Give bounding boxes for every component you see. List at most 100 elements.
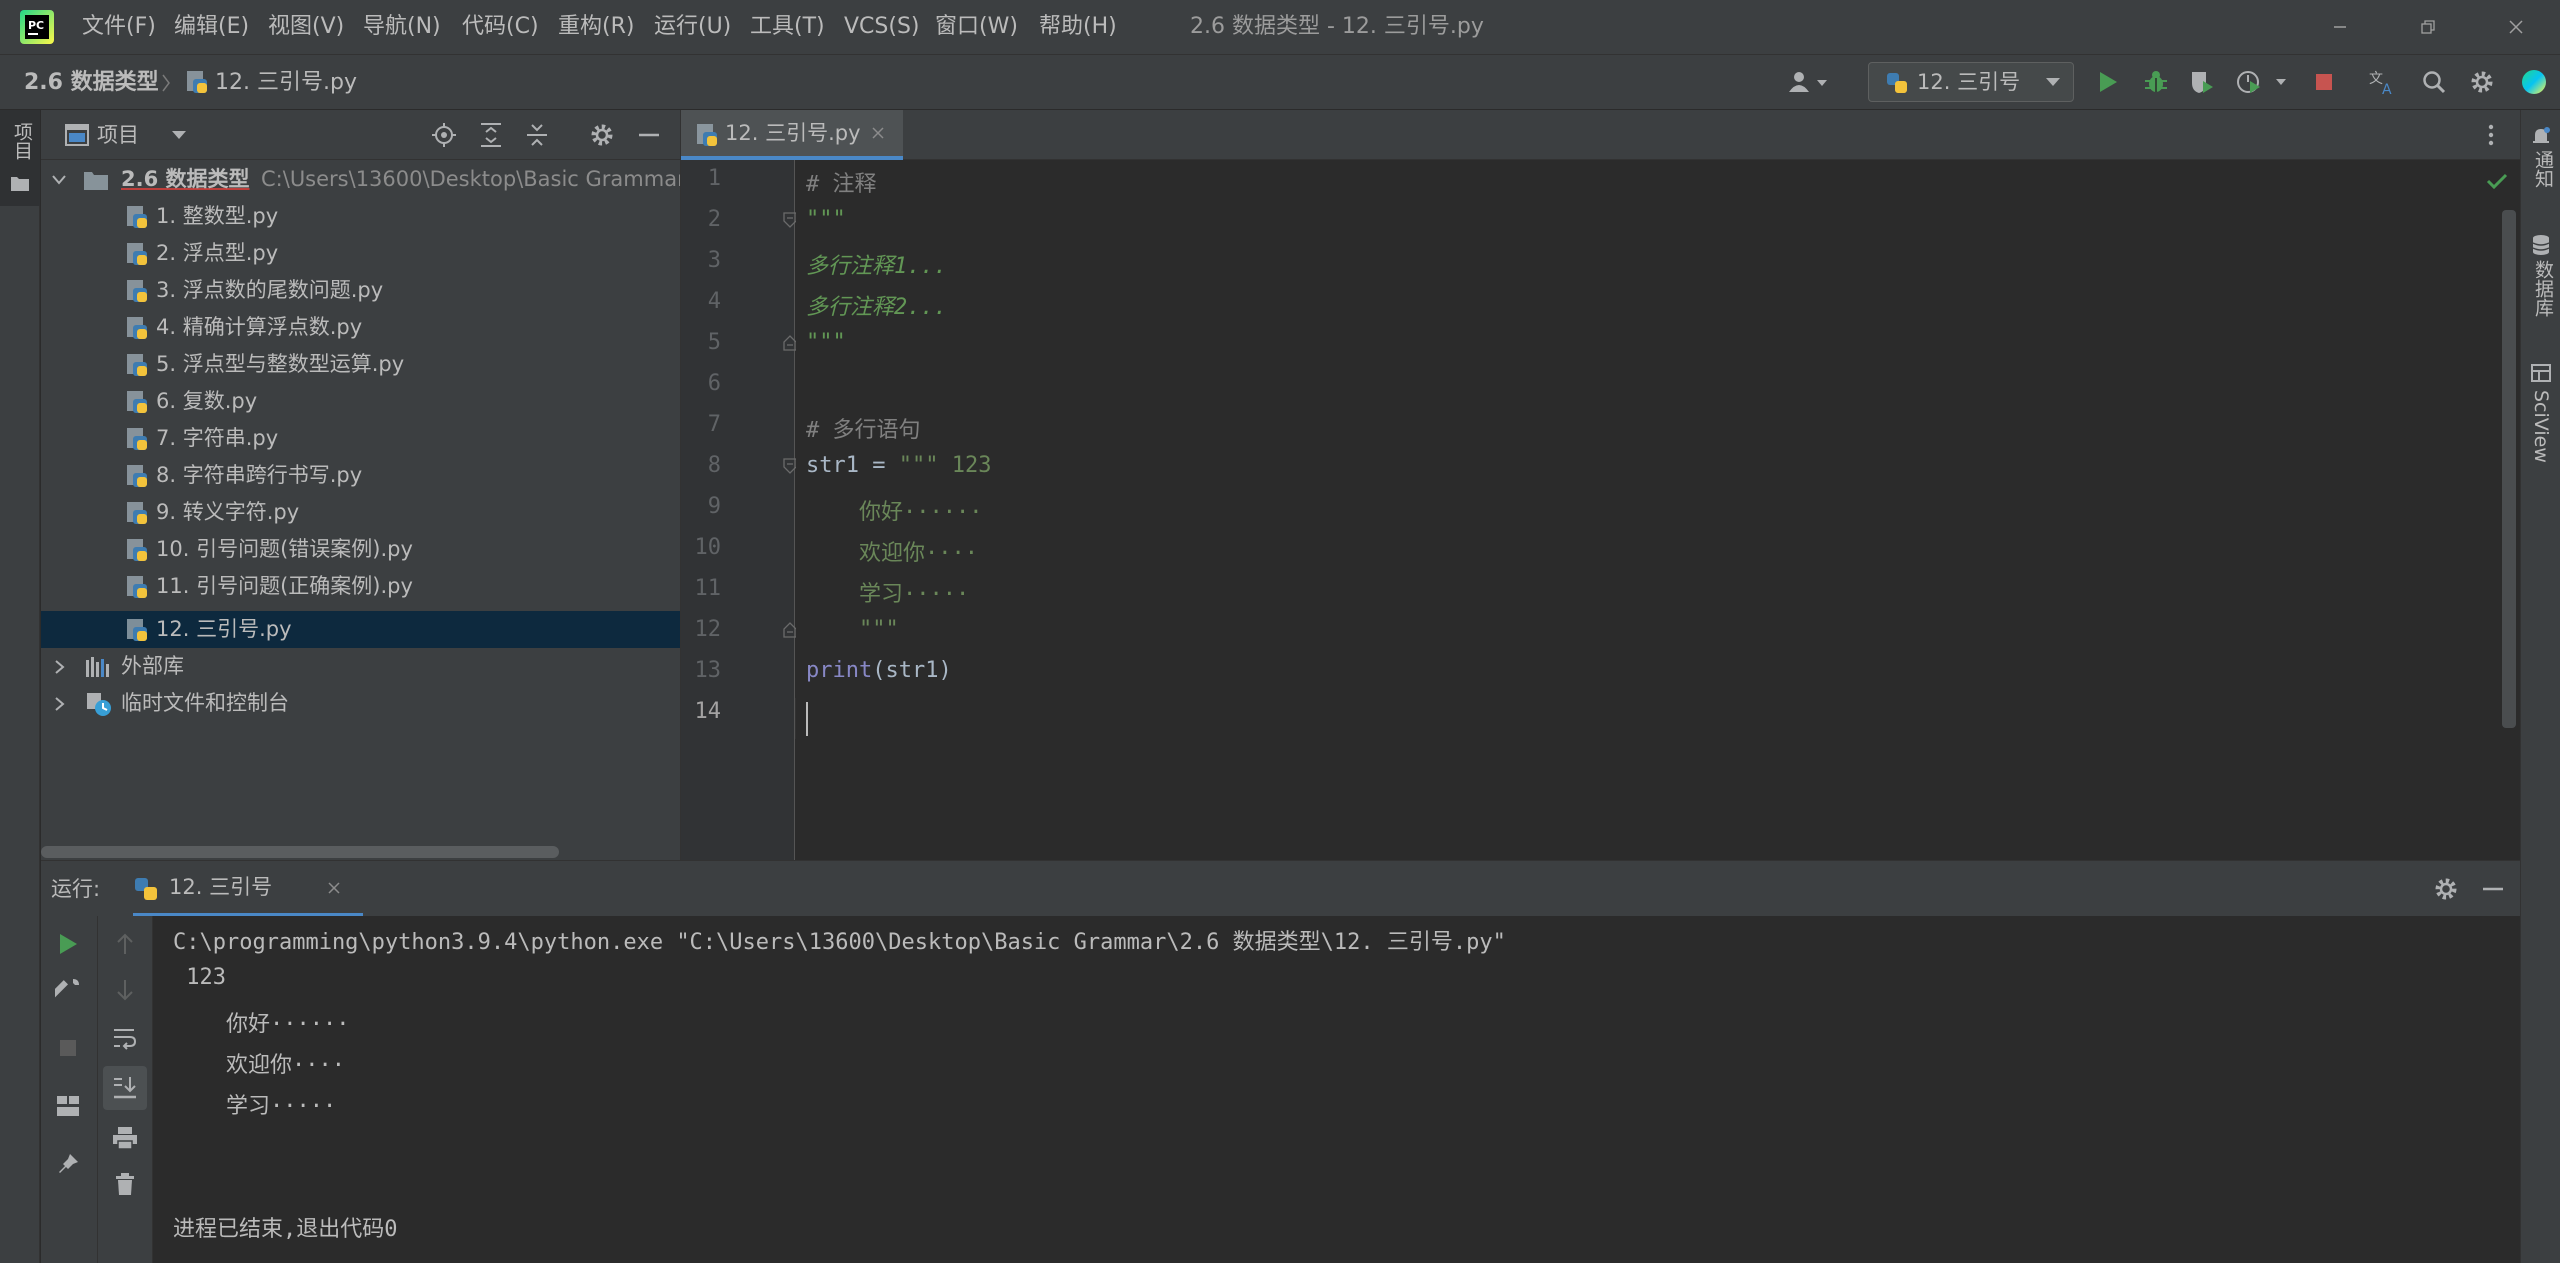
run-tab[interactable]: 12. 三引号 xyxy=(133,861,363,917)
stop-icon[interactable] xyxy=(2308,66,2340,98)
menu-navigate[interactable]: 导航(N) xyxy=(363,0,441,54)
tree-file-item[interactable]: 6. 复数.py xyxy=(41,383,680,420)
profile-icon[interactable] xyxy=(2234,66,2294,98)
more-tabs-icon[interactable] xyxy=(2487,122,2495,148)
menu-vcs[interactable]: VCS(S) xyxy=(844,0,920,54)
sciview-tool-label[interactable]: SciView xyxy=(2530,390,2552,463)
editor-vertical-scrollbar[interactable] xyxy=(2502,210,2516,728)
expand-all-icon[interactable] xyxy=(479,122,503,148)
tree-file-item[interactable]: 2. 浮点型.py xyxy=(41,235,680,272)
trash-icon[interactable] xyxy=(109,1168,141,1200)
database-icon[interactable] xyxy=(2531,234,2551,256)
pin-icon[interactable] xyxy=(52,1148,84,1180)
tree-file-item[interactable]: 10. 引号问题(错误案例).py xyxy=(41,531,680,568)
notifications-bell-icon[interactable] xyxy=(2531,126,2551,146)
down-arrow-icon[interactable] xyxy=(109,974,141,1006)
tree-file-label: 9. 转义字符.py xyxy=(156,500,300,524)
chevron-down-icon[interactable] xyxy=(51,173,67,187)
chevron-right-icon[interactable] xyxy=(53,659,67,675)
menu-refactor[interactable]: 重构(R) xyxy=(558,0,634,54)
window-title: 2.6 数据类型 - 12. 三引号.py xyxy=(1190,14,1484,39)
hide-panel-icon[interactable] xyxy=(2481,876,2505,902)
tree-file-item[interactable]: 5. 浮点型与整数型运算.py xyxy=(41,346,680,383)
close-tab-icon[interactable] xyxy=(871,126,885,140)
fold-marker-icon[interactable] xyxy=(783,335,797,351)
code-line: 学习····· xyxy=(806,582,970,607)
sciview-icon[interactable] xyxy=(2531,364,2551,382)
menu-edit[interactable]: 编辑(E) xyxy=(174,0,249,54)
wrench-icon[interactable] xyxy=(52,974,84,1006)
code-editor[interactable]: # 注释 """ 多行注释1... 多行注释2... """ # 多行语句 st… xyxy=(796,160,2520,860)
fold-marker-icon[interactable] xyxy=(783,212,797,228)
menu-tools[interactable]: 工具(T) xyxy=(750,0,825,54)
close-window-button[interactable] xyxy=(2488,0,2544,54)
breadcrumb-separator-icon xyxy=(160,73,172,93)
code-line: 你好······ xyxy=(806,500,983,525)
rerun-icon[interactable] xyxy=(52,928,84,960)
breadcrumb-file[interactable]: 12. 三引号.py xyxy=(215,55,357,111)
search-icon[interactable] xyxy=(2418,66,2450,98)
debug-icon[interactable] xyxy=(2140,66,2172,98)
tree-scratches[interactable]: 临时文件和控制台 xyxy=(41,685,680,722)
fold-marker-icon[interactable] xyxy=(783,622,797,638)
tree-file-item[interactable]: 4. 精确计算浮点数.py xyxy=(41,309,680,346)
project-tool-button[interactable]: 项目 xyxy=(0,110,40,206)
tree-root-folder[interactable]: 2.6 数据类型 C:\Users\13600\Desktop\Basic Gr… xyxy=(41,161,680,198)
breadcrumb-project[interactable]: 2.6 数据类型 xyxy=(24,55,159,111)
inspection-ok-icon[interactable] xyxy=(2486,172,2508,190)
fold-marker-icon[interactable] xyxy=(783,458,797,474)
tree-file-label: 7. 字符串.py xyxy=(156,426,279,450)
tree-file-item[interactable]: 9. 转义字符.py xyxy=(41,494,680,531)
python-file-icon xyxy=(183,69,209,95)
tree-external-libraries[interactable]: 外部库 xyxy=(41,648,680,685)
menu-view[interactable]: 视图(V) xyxy=(268,0,344,54)
menu-code[interactable]: 代码(C) xyxy=(462,0,539,54)
project-tool-label: 项目 xyxy=(11,122,33,160)
tree-file-item[interactable]: 11. 引号问题(正确案例).py xyxy=(41,568,680,605)
vcs-user-icon[interactable] xyxy=(1784,66,1834,98)
chevron-down-icon[interactable] xyxy=(171,129,187,141)
run-console[interactable]: C:\programming\python3.9.4\python.exe "C… xyxy=(153,916,2520,1263)
minimize-button[interactable] xyxy=(2312,0,2368,54)
menu-window[interactable]: 窗口(W) xyxy=(935,0,1018,54)
settings-gear-icon[interactable] xyxy=(2466,66,2498,98)
notifications-tool-label[interactable]: 通知 xyxy=(2530,150,2557,188)
editor-tab-active[interactable]: 12. 三引号.py xyxy=(681,110,903,160)
chevron-right-icon[interactable] xyxy=(53,696,67,712)
print-icon[interactable] xyxy=(109,1122,141,1154)
soft-wrap-icon[interactable] xyxy=(109,1022,141,1054)
run-toolbar xyxy=(41,916,153,1263)
console-line: C:\programming\python3.9.4\python.exe "C… xyxy=(173,930,1506,955)
locate-file-icon[interactable] xyxy=(431,122,457,148)
jetbrains-toolbox-icon[interactable] xyxy=(2518,66,2550,98)
run-with-coverage-icon[interactable] xyxy=(2186,66,2218,98)
close-tab-icon[interactable] xyxy=(327,881,341,895)
collapse-all-icon[interactable] xyxy=(525,122,549,148)
hide-panel-icon[interactable] xyxy=(637,122,661,148)
python-icon xyxy=(133,876,159,902)
layout-icon[interactable] xyxy=(52,1090,84,1122)
navigation-bar: 2.6 数据类型 12. 三引号.py xyxy=(0,54,2560,110)
stop-icon[interactable] xyxy=(52,1032,84,1064)
translate-icon[interactable]: 文A xyxy=(2368,66,2400,98)
tree-file-item-selected[interactable]: 12. 三引号.py xyxy=(41,611,680,648)
up-arrow-icon[interactable] xyxy=(109,928,141,960)
line-number: 2 xyxy=(707,207,721,232)
tree-file-item[interactable]: 1. 整数型.py xyxy=(41,198,680,235)
menu-file[interactable]: 文件(F) xyxy=(82,0,156,54)
settings-gear-icon[interactable] xyxy=(2433,876,2459,902)
project-view-label[interactable]: 项目 xyxy=(97,110,139,160)
tree-file-item[interactable]: 3. 浮点数的尾数问题.py xyxy=(41,272,680,309)
run-configuration-select[interactable]: 12. 三引号 xyxy=(1868,62,2074,102)
menu-run[interactable]: 运行(U) xyxy=(654,0,731,54)
database-tool-label[interactable]: 数据库 xyxy=(2530,260,2557,317)
project-horizontal-scrollbar[interactable] xyxy=(41,846,559,858)
tree-file-item[interactable]: 7. 字符串.py xyxy=(41,420,680,457)
tree-file-label: 6. 复数.py xyxy=(156,389,258,413)
menu-help[interactable]: 帮助(H) xyxy=(1039,0,1117,54)
scroll-to-end-button[interactable] xyxy=(103,1066,147,1110)
restore-button[interactable] xyxy=(2400,0,2456,54)
run-icon[interactable] xyxy=(2092,66,2124,98)
tree-file-item[interactable]: 8. 字符串跨行书写.py xyxy=(41,457,680,494)
settings-gear-icon[interactable] xyxy=(589,122,615,148)
